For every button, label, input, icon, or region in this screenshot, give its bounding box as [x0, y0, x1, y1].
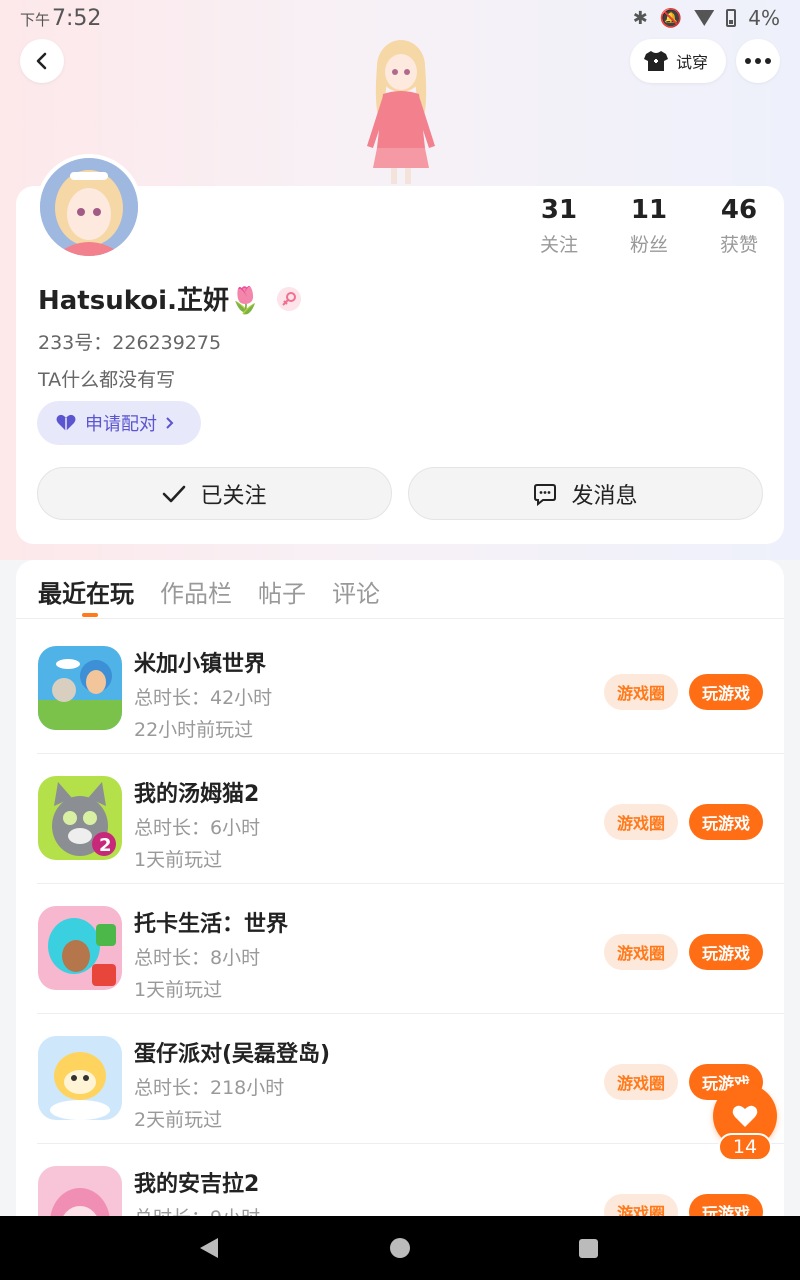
tab-recently-played[interactable]: 最近在玩: [38, 574, 134, 614]
play-game-button[interactable]: 玩游戏: [689, 934, 763, 970]
tab-indicator: [82, 613, 98, 617]
send-message-button[interactable]: 发消息: [408, 467, 763, 520]
heart-pair-icon: [56, 414, 76, 431]
send-message-label: 发消息: [571, 483, 638, 509]
avatar-image: [40, 158, 138, 256]
stat-likes[interactable]: 46 获赞: [694, 194, 784, 257]
tab-comments[interactable]: 评论: [332, 574, 380, 614]
game-name: 米加小镇世界: [134, 652, 267, 677]
game-name: 托卡生活：世界: [134, 912, 289, 937]
game-duration: 总时长：218小时: [134, 1077, 285, 1099]
more-button[interactable]: [736, 39, 780, 83]
back-button[interactable]: [20, 39, 64, 83]
tab-posts[interactable]: 帖子: [258, 574, 306, 614]
wifi-icon: [694, 10, 715, 26]
list-item[interactable]: 米加小镇世界 总时长：42小时 22小时前玩过 游戏圈 玩游戏: [16, 624, 784, 754]
profile-tabs: 最近在玩 作品栏 帖子 评论: [38, 574, 380, 614]
game-icon-eggy: [38, 1036, 122, 1120]
game-icon-miga: [38, 646, 122, 730]
game-circle-button[interactable]: 游戏圈: [604, 1064, 678, 1100]
game-icon-tom: 2: [38, 776, 122, 860]
play-game-button[interactable]: 玩游戏: [689, 804, 763, 840]
username-row: Hatsukoi.芷妍🌷: [38, 280, 302, 317]
play-game-button[interactable]: 玩游戏: [689, 674, 763, 710]
try-on-button[interactable]: 试穿: [629, 39, 726, 83]
bluetooth-icon: ✱: [632, 7, 648, 29]
game-name: 我的安吉拉2: [134, 1172, 260, 1197]
more-icon: [745, 58, 771, 64]
svg-text:2: 2: [99, 835, 112, 856]
list-item[interactable]: 2 我的汤姆猫2 总时长：6小时 1天前玩过 游戏圈 玩游戏: [16, 754, 784, 884]
game-duration: 总时长：8小时: [134, 947, 261, 969]
list-item[interactable]: 托卡生活：世界 总时长：8小时 1天前玩过 游戏圈 玩游戏: [16, 884, 784, 1014]
stat-label: 粉丝: [629, 234, 668, 256]
nav-home-icon[interactable]: [390, 1238, 410, 1258]
list-item[interactable]: 蛋仔派对(吴磊登岛) 总时长：218小时 2天前玩过 游戏圈 玩游戏: [16, 1014, 784, 1144]
female-icon: [277, 286, 302, 311]
tabs-divider: [16, 618, 784, 619]
game-last-played: 1天前玩过: [134, 849, 223, 871]
status-ampm: 下午: [20, 11, 51, 29]
game-circle-button[interactable]: 游戏圈: [604, 674, 678, 710]
stat-label: 关注: [539, 234, 578, 256]
game-last-played: 22小时前玩过: [134, 719, 254, 741]
game-icon-toca: [38, 906, 122, 990]
game-circle-button[interactable]: 游戏圈: [604, 934, 678, 970]
chevron-right-icon: [166, 417, 174, 429]
game-duration: 总时长：42小时: [134, 687, 273, 709]
nav-back-icon[interactable]: [200, 1238, 218, 1258]
check-icon: [163, 485, 186, 502]
navigation-bar: [0, 1216, 800, 1280]
user-bio: TA什么都没有写: [38, 369, 176, 391]
mute-icon: 🔕: [659, 7, 683, 29]
status-bar: 下午7:52 ✱ 🔕 4%: [0, 0, 800, 36]
status-clock: 7:52: [52, 6, 102, 31]
nav-recents-icon[interactable]: [579, 1239, 598, 1258]
stat-value: 11: [630, 195, 668, 225]
stat-following[interactable]: 31 关注: [514, 194, 604, 257]
user-id: 233号：226239275: [38, 332, 222, 354]
status-time: 下午7:52: [20, 6, 101, 31]
game-duration: 总时长：6小时: [134, 817, 261, 839]
stat-fans[interactable]: 11 粉丝: [604, 194, 694, 257]
chat-bubble-icon: [534, 483, 557, 506]
stat-value: 31: [540, 195, 578, 225]
chevron-left-icon: [36, 52, 47, 70]
status-icons: ✱ 🔕 4%: [633, 6, 780, 30]
game-circle-button[interactable]: 游戏圈: [604, 804, 678, 840]
game-name: 蛋仔派对(吴磊登岛): [134, 1042, 331, 1067]
stat-value: 46: [720, 195, 758, 225]
like-count: 14: [718, 1133, 772, 1161]
tab-works[interactable]: 作品栏: [160, 574, 232, 614]
battery-icon: [726, 9, 737, 27]
stat-label: 获赞: [719, 234, 758, 256]
character-figure: [367, 40, 435, 184]
profile-stats: 31 关注 11 粉丝 46 获赞: [514, 194, 784, 257]
avatar[interactable]: [36, 154, 142, 260]
apply-pair-label: 申请配对: [85, 414, 157, 435]
heart-icon: [732, 1105, 758, 1127]
game-last-played: 2天前玩过: [134, 1109, 223, 1131]
try-on-label: 试穿: [675, 53, 708, 72]
game-last-played: 1天前玩过: [134, 979, 223, 1001]
apply-pair-button[interactable]: 申请配对: [37, 401, 201, 445]
followed-button[interactable]: 已关注: [37, 467, 392, 520]
followed-label: 已关注: [200, 483, 267, 509]
shirt-icon: [643, 51, 668, 71]
battery-percent: 4%: [748, 6, 780, 30]
username: Hatsukoi.芷妍🌷: [38, 286, 262, 316]
game-name: 我的汤姆猫2: [134, 782, 260, 807]
